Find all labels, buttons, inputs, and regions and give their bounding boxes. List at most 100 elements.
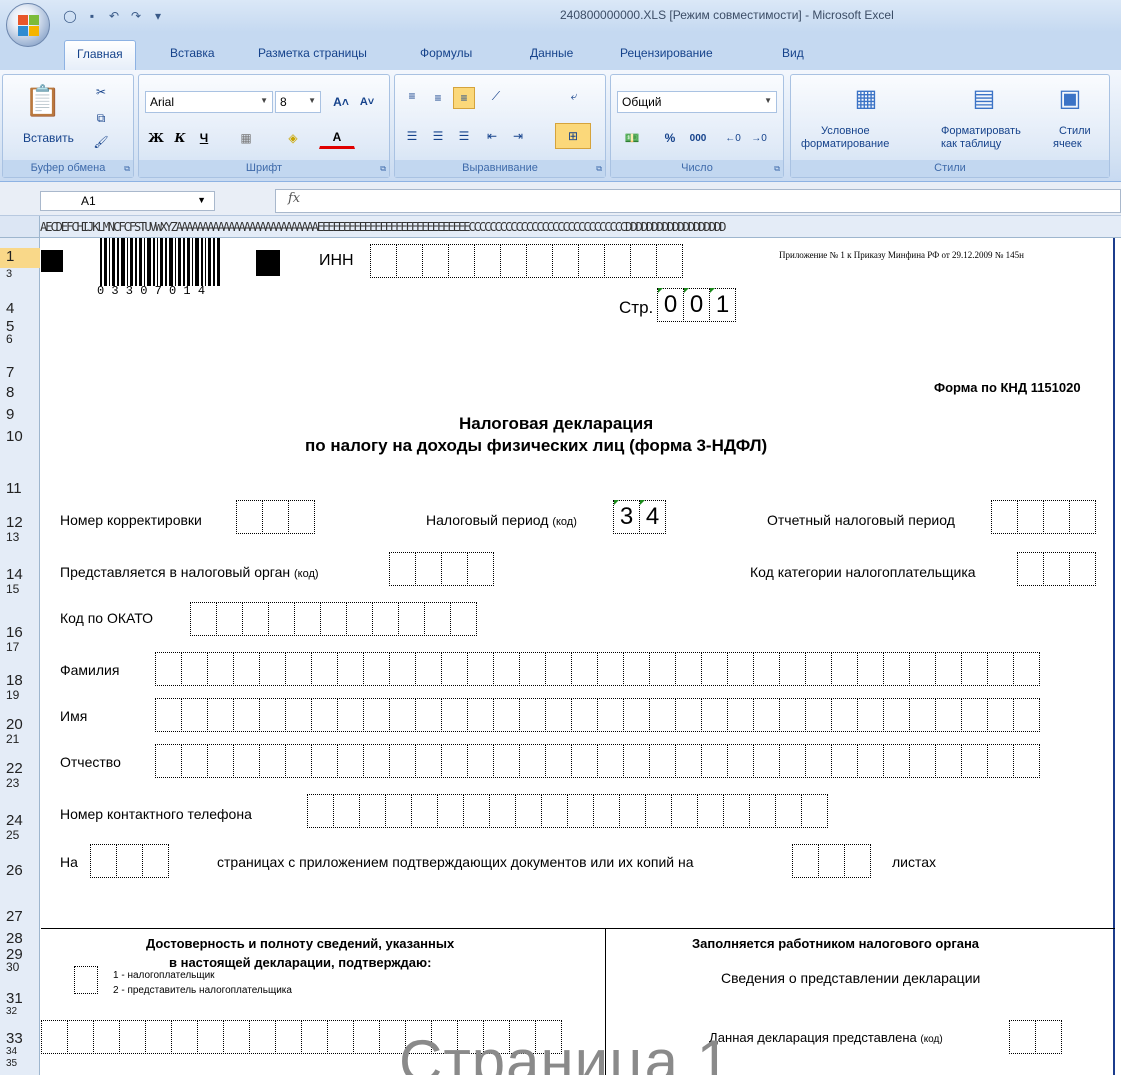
tax-authority-cell[interactable] [389,552,416,586]
okato-cell[interactable] [346,602,373,636]
phone-cell[interactable] [359,794,386,828]
surname-cell[interactable] [597,652,624,686]
patronymic-cell[interactable] [467,744,494,778]
surname-cell[interactable] [701,652,728,686]
name-cell[interactable] [181,698,208,732]
row-number[interactable]: 3 [0,268,40,280]
underline-button[interactable]: Ч [193,127,215,149]
format-painter-icon[interactable]: 🖌 [91,133,111,151]
tax-authority-cells[interactable] [389,552,494,586]
patronymic-cells[interactable] [155,744,1040,778]
okato-cell[interactable] [372,602,399,636]
patronymic-cell[interactable] [259,744,286,778]
taxpayer-category-cell[interactable] [1043,552,1070,586]
surname-cell[interactable] [935,652,962,686]
patronymic-cell[interactable] [233,744,260,778]
thousands-button[interactable]: 000 [683,127,713,149]
name-cell[interactable] [441,698,468,732]
patronymic-cell[interactable] [649,744,676,778]
inn-cell[interactable] [422,244,449,278]
conditional-formatting-label-1[interactable]: Условное [821,125,870,137]
patronymic-cell[interactable] [935,744,962,778]
phone-cell[interactable] [489,794,516,828]
patronymic-cell[interactable] [545,744,572,778]
borders-icon[interactable]: ▦ [231,127,261,149]
inn-cell[interactable] [526,244,553,278]
row-number[interactable]: 28 [0,930,40,947]
surname-cell[interactable] [961,652,988,686]
surname-cell[interactable] [233,652,260,686]
font-size-combo[interactable]: 8 ▼ [275,91,321,113]
inn-cell[interactable] [630,244,657,278]
tab-review[interactable]: Рецензирование [620,46,713,60]
surname-cell[interactable] [987,652,1014,686]
signer-cell[interactable] [171,1020,198,1054]
name-cell[interactable] [519,698,546,732]
name-cell[interactable] [259,698,286,732]
patronymic-cell[interactable] [415,744,442,778]
align-bottom-icon[interactable]: ≡ [453,87,475,109]
surname-cell[interactable] [467,652,494,686]
patronymic-cell[interactable] [493,744,520,778]
row-number[interactable]: 13 [0,530,40,544]
function-icon[interactable]: fx [288,191,300,206]
page-digit-cell[interactable]: 0 [683,288,710,322]
surname-cell[interactable] [831,652,858,686]
circle-icon[interactable]: ◯ [62,8,78,24]
patronymic-cell[interactable] [831,744,858,778]
active-cell-marker[interactable] [41,250,63,272]
cell-styles-label-2[interactable]: ячеек [1053,138,1082,150]
name-cell[interactable] [155,698,182,732]
redo-icon[interactable]: ↷ [128,8,144,24]
patronymic-cell[interactable] [987,744,1014,778]
font-name-combo[interactable]: Arial ▼ [145,91,273,113]
phone-cell[interactable] [411,794,438,828]
paste-button[interactable]: Вставить [23,131,74,145]
reporting-period-cell[interactable] [1043,500,1070,534]
phone-cell[interactable] [593,794,620,828]
phone-cell[interactable] [775,794,802,828]
conditional-formatting-label-2[interactable]: форматирование [801,138,889,150]
name-cell[interactable] [623,698,650,732]
conditional-formatting-icon[interactable]: ▦ [849,81,883,115]
signer-cell[interactable] [67,1020,94,1054]
surname-cell[interactable] [909,652,936,686]
row-number[interactable]: 27 [0,908,40,925]
phone-cell[interactable] [541,794,568,828]
page-digit-cell[interactable]: 0 [657,288,684,322]
row-number[interactable]: 14 [0,566,40,583]
page-digit-cell[interactable]: 1 [709,288,736,322]
surname-cell[interactable] [805,652,832,686]
patronymic-cell[interactable] [389,744,416,778]
name-cell[interactable] [389,698,416,732]
inn-cell[interactable] [448,244,475,278]
cell-styles-icon[interactable]: ▣ [1053,81,1087,115]
surname-cell[interactable] [181,652,208,686]
patronymic-cell[interactable] [337,744,364,778]
signer-cell[interactable] [145,1020,172,1054]
phone-cell[interactable] [723,794,750,828]
format-as-table-label-2[interactable]: как таблицу [941,138,1001,150]
declaration-code-cell[interactable] [1009,1020,1036,1054]
name-cell[interactable] [987,698,1014,732]
row-number[interactable]: 16 [0,624,40,641]
dialog-launcher-icon[interactable]: ⧉ [596,164,602,174]
surname-cell[interactable] [1013,652,1040,686]
tax-period-cell[interactable]: 3 [613,500,640,534]
worksheet[interactable]: 0 3 3 0 7 0 1 4 ИНН Приложение № 1 к При… [41,238,1121,1075]
pages-count-cell[interactable] [90,844,117,878]
column-letters[interactable]: AECDEFCHIJKLMNCFCFSTUVWXYZAAAAAAAAAAAAAA… [40,220,726,234]
row-number[interactable]: 18 [0,672,40,689]
pages-count-cell[interactable] [116,844,143,878]
name-cell[interactable] [857,698,884,732]
cut-icon[interactable]: ✂ [91,83,111,101]
phone-cell[interactable] [463,794,490,828]
surname-cell[interactable] [675,652,702,686]
surname-cell[interactable] [337,652,364,686]
decrease-decimal-icon[interactable]: →0 [747,127,771,149]
okato-cell[interactable] [190,602,217,636]
align-middle-icon[interactable]: ≡ [427,87,449,109]
tax-authority-cell[interactable] [467,552,494,586]
row-number[interactable]: 7 [0,364,40,381]
inn-cell[interactable] [656,244,683,278]
